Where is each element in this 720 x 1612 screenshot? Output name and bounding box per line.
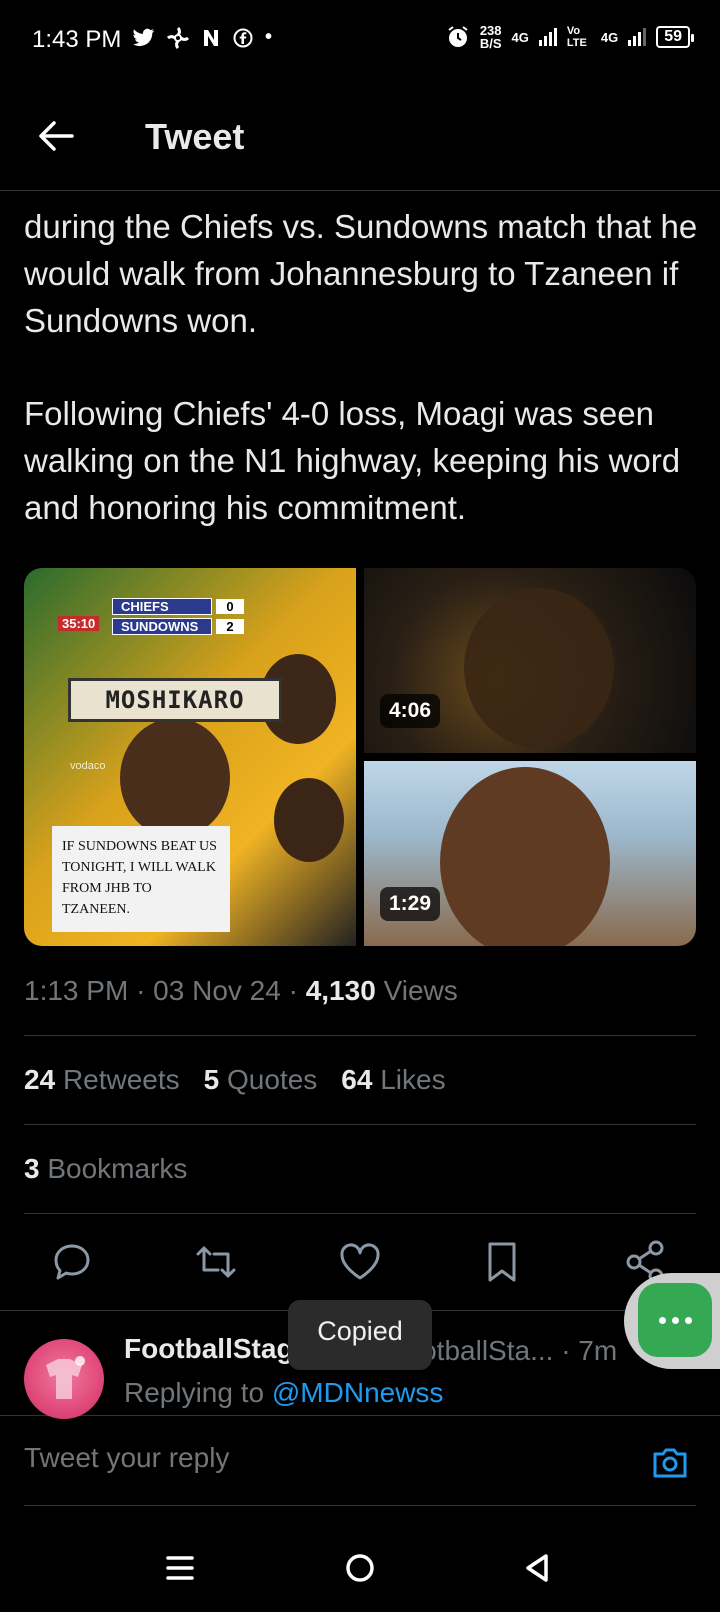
twitter-icon [133,28,155,46]
reply-author-name: FootballStage [124,1333,310,1364]
dot-icon [684,1316,692,1324]
more-options-button[interactable] [638,1283,712,1357]
sim2-network-label: 4G [600,29,619,45]
divider [24,1213,696,1214]
retweets-stat[interactable]: 24 Retweets [24,1064,180,1096]
tweet-paragraph: during the Chiefs vs. Sundowns match tha… [24,208,698,339]
home-circle-icon[interactable] [340,1548,380,1588]
retweet-icon[interactable] [192,1238,240,1286]
status-right: 238 B/S 4G Vo LTE 4G 59 [446,23,694,51]
divider [24,1505,696,1506]
quotes-stat[interactable]: 5 Quotes [204,1064,318,1096]
tweet-date: 03 Nov 24 [153,975,281,1006]
sponsor-text: vodaco [70,760,106,772]
replying-to: Replying to @MDNnewss [124,1377,444,1408]
dot-icon [658,1316,666,1324]
media-photo[interactable]: CHIEFS 0 SUNDOWNS 2 35:10 MOSHIKARO vodaco… [24,568,356,946]
volte-label: Vo LTE [566,25,587,49]
video-duration: 4:06 [380,694,441,728]
notification-dot: • [265,26,273,48]
reply-icon[interactable] [48,1238,96,1286]
tweet-meta: 1:13 PM · 03 Nov 24 · 4,130 Views [24,975,458,1006]
sim2-signal-icon [628,28,647,46]
avatar[interactable] [24,1339,104,1419]
scoreboard-clock: 35:10 [58,616,100,631]
bookmarks-stat[interactable]: 3 Bookmarks [24,1153,187,1185]
reply-composer [0,1420,720,1506]
replying-to-handle[interactable]: @MDNnewss [272,1377,444,1408]
reply-input[interactable] [24,1442,584,1474]
page-title: Tweet [145,116,245,157]
status-time: 1:43 PM [32,26,122,53]
media-video-2[interactable]: 1:29 [364,761,696,946]
camera-icon[interactable] [650,1442,690,1482]
fan-sign: IF SUNDOWNS BEAT US TONIGHT, I WILL WALK… [52,826,230,932]
floating-bubble [624,1273,720,1369]
n-icon [204,29,218,46]
video-duration: 1:29 [380,887,441,921]
action-bar [0,1228,720,1298]
facebook-icon [233,28,253,47]
media-video-1[interactable]: 4:06 [364,568,696,753]
tweet-time: 1:13 PM [24,975,129,1006]
hat-label: MOSHIKARO [68,678,282,722]
net-speed: 238 B/S [479,23,502,51]
divider [24,1124,696,1125]
views-label: Views [383,975,458,1006]
dot-icon [671,1316,679,1324]
divider [24,1035,696,1036]
engagement-stats: 24 Retweets 5 Quotes 64 Likes [24,1064,446,1096]
tweet-text: during the Chiefs vs. Sundowns match tha… [24,203,704,531]
battery-icon: 59 [656,26,694,48]
copied-toast: Copied [288,1300,432,1370]
sim1-network-label: 4G [511,29,529,45]
menu-icon[interactable] [160,1548,200,1588]
like-icon[interactable] [336,1238,384,1286]
likes-stat[interactable]: 64 Likes [341,1064,445,1096]
tweet-paragraph: Following Chiefs' 4-0 loss, Moagi was se… [24,395,681,526]
scoreboard: CHIEFS 0 SUNDOWNS 2 35:10 [42,596,252,636]
bookmark-icon[interactable] [478,1238,526,1286]
views-count: 4,130 [305,975,376,1006]
status-bar: 1:43 PM • 238 B/S 4G Vo LTE 4G 59 [0,0,720,80]
jersey-icon [46,1356,85,1399]
sim1-signal-icon [538,28,557,46]
back-arrow-icon[interactable] [34,114,78,158]
pinwheel-icon [167,26,189,49]
tweet-media-grid: CHIEFS 0 SUNDOWNS 2 35:10 MOSHIKARO vodaco… [24,568,696,946]
top-app-bar: Tweet [0,86,720,191]
notification-icons: • [133,26,272,49]
back-triangle-icon[interactable] [518,1548,558,1588]
system-nav-bar [0,1530,720,1612]
alarm-icon [448,26,468,47]
